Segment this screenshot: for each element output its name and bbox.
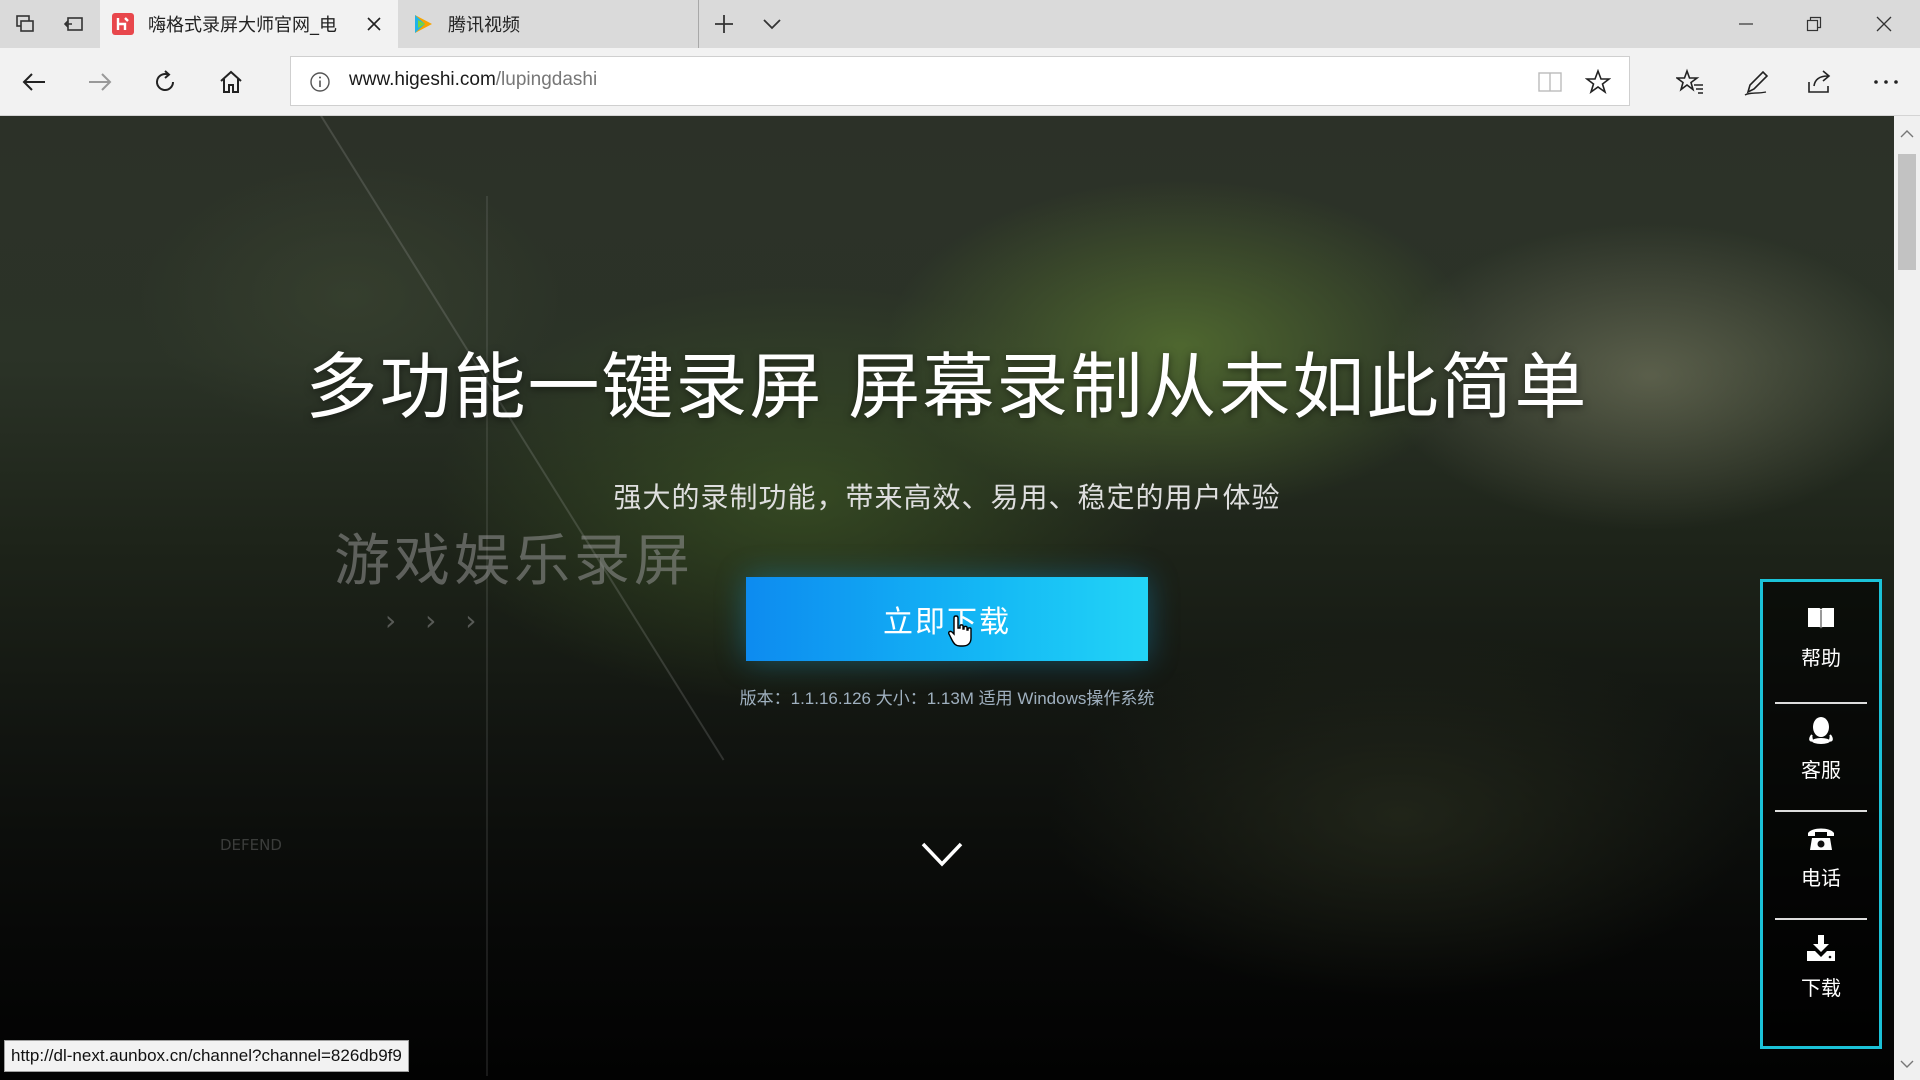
higeshi-logo-icon <box>112 13 134 35</box>
tab-tencent-video[interactable]: 腾讯视频 <box>400 0 699 48</box>
background-streak <box>320 116 725 761</box>
qq-penguin-icon <box>1805 714 1837 746</box>
forward-arrow-icon[interactable] <box>86 68 114 96</box>
tab-title: 腾讯视频 <box>448 15 520 36</box>
tab-preview-icon[interactable] <box>13 12 37 36</box>
scroll-down-chevron-icon[interactable] <box>920 840 964 870</box>
reading-view-icon[interactable] <box>1537 69 1563 99</box>
tencent-video-icon <box>412 13 434 35</box>
url-text[interactable]: www.higeshi.com/lupingdashi <box>349 69 597 91</box>
hero-subheadline: 强大的录制功能，带来高效、易用、稳定的用户体验 <box>613 481 1281 514</box>
help-label: 帮助 <box>1801 645 1841 670</box>
pen-notes-icon[interactable] <box>1742 68 1770 96</box>
info-icon[interactable] <box>309 71 331 93</box>
restore-icon[interactable] <box>1780 0 1848 48</box>
download-side-button[interactable]: 下载 <box>1763 912 1879 1020</box>
background-video-text: 游戏娱乐录屏 <box>334 529 694 594</box>
vertical-scrollbar[interactable] <box>1894 116 1920 1080</box>
download-icon <box>1805 932 1837 964</box>
phone-button[interactable]: 电话 <box>1763 802 1879 910</box>
url-host: www.higeshi.com <box>349 69 496 90</box>
side-float-panel: 帮助 客服 电话 下载 <box>1760 579 1882 1049</box>
customer-service-button[interactable]: 客服 <box>1763 694 1879 802</box>
link-status-bar: http://dl-next.aunbox.cn/channel?channel… <box>4 1040 409 1072</box>
refresh-icon[interactable] <box>151 68 179 96</box>
tab-strip-left-controls <box>0 0 98 48</box>
chevron-down-icon[interactable] <box>760 12 784 36</box>
back-arrow-icon[interactable] <box>20 68 48 96</box>
download-label: 下载 <box>1801 975 1841 1000</box>
favorites-hub-icon[interactable] <box>1676 68 1704 96</box>
hand-cursor-icon <box>947 614 975 648</box>
share-icon[interactable] <box>1806 68 1834 96</box>
background-video-defend: DEFEND <box>220 836 282 854</box>
help-button[interactable]: 帮助 <box>1763 582 1879 690</box>
new-tab-icon[interactable] <box>712 12 736 36</box>
book-icon <box>1805 602 1837 634</box>
navigation-bar: www.higeshi.com/lupingdashi <box>0 48 1920 116</box>
tab-higeshi[interactable]: 嗨格式录屏大师官网_电 <box>100 0 398 48</box>
scroll-thumb[interactable] <box>1898 154 1916 270</box>
version-info: 版本：1.1.16.126 大小：1.13M 适用 Windows操作系统 <box>739 689 1155 708</box>
phone-icon <box>1805 822 1837 854</box>
set-tabs-aside-icon[interactable] <box>62 12 86 36</box>
tab-strip: 嗨格式录屏大师官网_电 腾讯视频 <box>0 0 1920 48</box>
more-options-icon[interactable] <box>1872 68 1900 96</box>
close-window-icon[interactable] <box>1850 0 1918 48</box>
phone-label: 电话 <box>1801 865 1841 890</box>
home-icon[interactable] <box>217 68 245 96</box>
hero-section: 多功能一键录屏 屏幕录制从未如此简单 强大的录制功能，带来高效、易用、稳定的用户… <box>0 116 1894 1080</box>
minimize-icon[interactable] <box>1712 0 1780 48</box>
url-path: /lupingdashi <box>495 69 598 90</box>
address-bar[interactable]: www.higeshi.com/lupingdashi <box>290 56 1630 106</box>
tab-title: 嗨格式录屏大师官网_电 <box>148 15 337 36</box>
favorite-star-icon[interactable] <box>1584 68 1612 99</box>
scroll-down-arrow-icon[interactable] <box>1900 1054 1914 1073</box>
hero-headline: 多功能一键录屏 屏幕录制从未如此简单 <box>305 345 1589 429</box>
background-video-arrows: › › › <box>385 604 487 637</box>
close-tab-icon[interactable] <box>360 10 388 38</box>
customer-service-label: 客服 <box>1801 757 1841 782</box>
scroll-up-arrow-icon[interactable] <box>1900 124 1914 143</box>
